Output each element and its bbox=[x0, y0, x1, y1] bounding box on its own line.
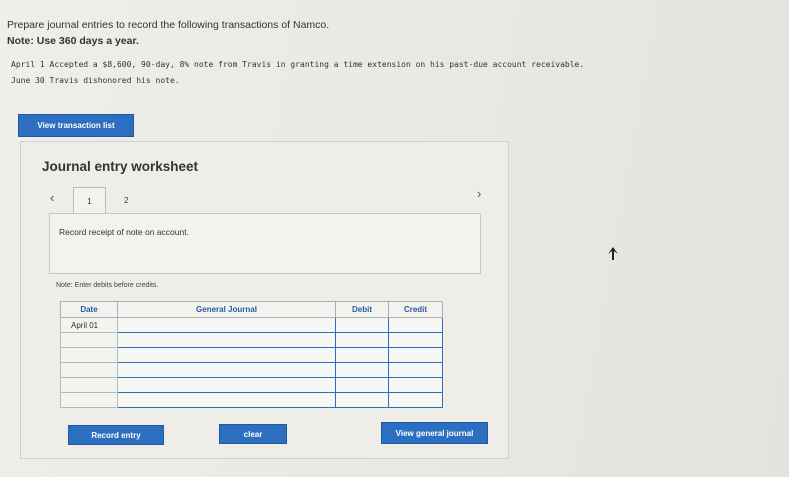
transaction-text: Accepted a $8,600, 90-day, 8% note from … bbox=[49, 60, 585, 69]
credit-input[interactable] bbox=[388, 362, 443, 378]
mouse-pointer-icon bbox=[608, 247, 618, 260]
account-input[interactable] bbox=[117, 347, 336, 363]
transaction-date: April 1 bbox=[11, 60, 45, 69]
transaction-line: April 1 Accepted a $8,600, 90-day, 8% no… bbox=[11, 60, 584, 69]
account-input[interactable] bbox=[117, 362, 336, 378]
table-row bbox=[60, 377, 443, 393]
date-cell bbox=[60, 332, 118, 348]
credit-input[interactable] bbox=[388, 332, 443, 348]
table-row bbox=[60, 362, 443, 378]
worksheet-title: Journal entry worksheet bbox=[42, 159, 199, 174]
view-general-journal-button[interactable]: View general journal bbox=[381, 422, 488, 444]
table-row bbox=[60, 392, 443, 408]
account-input[interactable] bbox=[117, 317, 336, 333]
debit-input[interactable] bbox=[335, 317, 389, 333]
credit-input[interactable] bbox=[388, 377, 443, 393]
debit-input[interactable] bbox=[335, 392, 389, 408]
days-note: Note: Use 360 days a year. bbox=[7, 35, 139, 47]
table-row bbox=[60, 347, 443, 363]
tab-1[interactable]: 1 bbox=[73, 187, 106, 214]
journal-table: Date General Journal Debit Credit April … bbox=[60, 301, 443, 408]
transaction-line: June 30 Travis dishonored his note. bbox=[11, 76, 180, 85]
table-row: April 01 bbox=[60, 317, 443, 333]
debit-input[interactable] bbox=[335, 332, 389, 348]
credit-header: Credit bbox=[388, 301, 443, 318]
debit-input[interactable] bbox=[335, 347, 389, 363]
debit-header: Debit bbox=[335, 301, 389, 318]
date-cell bbox=[60, 362, 118, 378]
credit-input[interactable] bbox=[388, 347, 443, 363]
entry-description-box bbox=[49, 213, 481, 274]
account-input[interactable] bbox=[117, 332, 336, 348]
account-input[interactable] bbox=[117, 392, 336, 408]
view-transaction-list-button[interactable]: View transaction list bbox=[18, 114, 134, 137]
transaction-date: June 30 bbox=[11, 76, 45, 85]
transaction-text: Travis dishonored his note. bbox=[49, 76, 180, 85]
credit-input[interactable] bbox=[388, 317, 443, 333]
date-cell bbox=[60, 347, 118, 363]
chevron-left-icon[interactable]: ‹ bbox=[50, 190, 54, 205]
debit-input[interactable] bbox=[335, 377, 389, 393]
debits-note: Note: Enter debits before credits. bbox=[56, 282, 159, 289]
debit-input[interactable] bbox=[335, 362, 389, 378]
tab-2[interactable]: 2 bbox=[124, 196, 128, 205]
credit-input[interactable] bbox=[388, 392, 443, 408]
entry-description: Record receipt of note on account. bbox=[59, 227, 189, 237]
table-row bbox=[60, 332, 443, 348]
record-entry-button[interactable]: Record entry bbox=[68, 425, 164, 445]
general-journal-header: General Journal bbox=[117, 301, 336, 318]
account-input[interactable] bbox=[117, 377, 336, 393]
clear-button[interactable]: clear bbox=[219, 424, 287, 444]
instructions-text: Prepare journal entries to record the fo… bbox=[7, 19, 330, 31]
chevron-right-icon[interactable]: › bbox=[477, 186, 481, 201]
date-cell bbox=[60, 377, 118, 393]
date-cell: April 01 bbox=[60, 317, 118, 333]
date-cell bbox=[60, 392, 118, 408]
date-header: Date bbox=[60, 301, 118, 318]
